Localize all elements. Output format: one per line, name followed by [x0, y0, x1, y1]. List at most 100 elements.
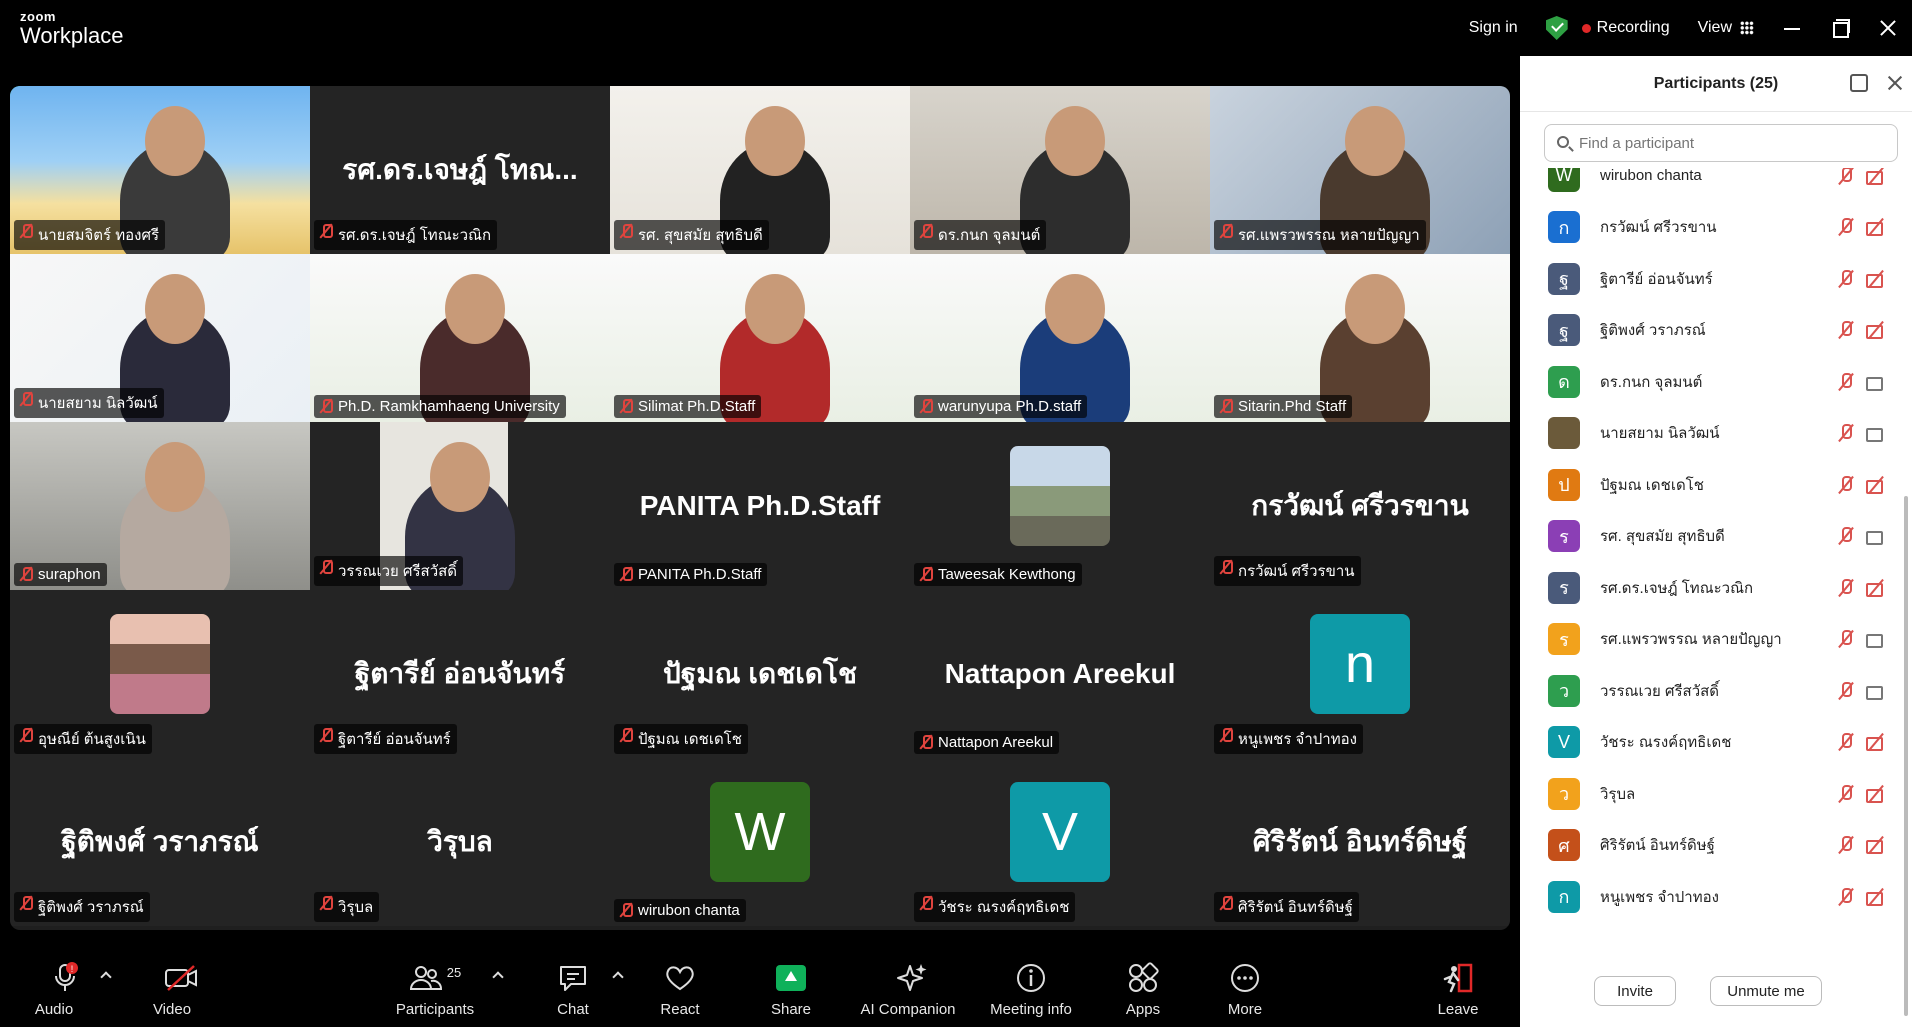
video-button[interactable]: Video — [126, 961, 236, 1018]
video-tile[interactable]: กรวัฒน์ ศรีวรขาน กรวัฒน์ ศรีวรขาน — [1210, 422, 1510, 590]
muted-microphone-icon[interactable] — [1836, 732, 1856, 752]
camera-off-icon[interactable] — [1866, 320, 1886, 340]
video-tile[interactable]: ฐิติพงศ์ วราภรณ์ ฐิติพงศ์ วราภรณ์ — [10, 758, 310, 926]
participant-row[interactable]: ว วิรุบล — [1520, 768, 1896, 819]
participants-options-chevron-icon[interactable] — [492, 971, 504, 983]
participant-row[interactable]: Wwirubon chanta — [1520, 168, 1896, 201]
muted-microphone-icon[interactable] — [1836, 372, 1856, 392]
ai-companion-button[interactable]: AI Companion — [856, 961, 966, 1018]
video-tile[interactable]: V วัชระ ณรงค์ฤทธิเดช — [910, 758, 1210, 926]
muted-microphone-icon[interactable] — [1836, 526, 1856, 546]
chat-options-chevron-icon[interactable] — [612, 971, 624, 983]
close-window-button[interactable] — [1878, 18, 1898, 38]
muted-microphone-icon[interactable] — [1836, 784, 1856, 804]
audio-button[interactable]: ! Audio — [10, 961, 120, 1018]
more-button[interactable]: More — [1190, 961, 1300, 1018]
muted-microphone-icon[interactable] — [1836, 269, 1856, 289]
participant-list[interactable]: Wwirubon chanta ก กรวัฒน์ ศรีวรขานฐ ฐิตารีย… — [1520, 168, 1896, 920]
video-tile[interactable]: นายสมจิตร์ ทองศรี — [10, 86, 310, 254]
video-tile[interactable]: Wwirubon chanta — [610, 758, 910, 926]
muted-microphone-icon[interactable] — [1836, 475, 1856, 495]
audio-options-chevron-icon[interactable] — [100, 971, 112, 983]
video-tile[interactable]: suraphon — [10, 422, 310, 590]
video-tile[interactable]: รศ.แพรวพรรณ หลายปัญญา — [1210, 86, 1510, 254]
muted-microphone-icon[interactable] — [1836, 578, 1856, 598]
video-tile[interactable]: ดร.กนก จุลมนต์ — [910, 86, 1210, 254]
minimize-button[interactable] — [1782, 18, 1802, 38]
video-tile[interactable]: ปัฐมณ เดชเดโช ปัฐมณ เดชเดโช — [610, 590, 910, 758]
video-tile[interactable]: Silimat Ph.D.Staff — [610, 254, 910, 422]
participant-row[interactable]: ก หนูเพชร จำปาทอง — [1520, 871, 1896, 920]
video-tile[interactable]: อุษณีย์ ต้นสูงเนิน — [10, 590, 310, 758]
share-button[interactable]: Share — [736, 961, 846, 1018]
view-button[interactable]: View — [1698, 19, 1754, 37]
meeting-info-button[interactable]: Meeting info — [976, 961, 1086, 1018]
participant-row[interactable]: ฐ ฐิตารีย์ อ่อนจันทร์ — [1520, 253, 1896, 304]
participant-row[interactable]: นายสยาม นิลวัฒน์ — [1520, 408, 1896, 459]
video-tile[interactable]: ศิริรัตน์ อินทร์ดิษฐ์ ศิริรัตน์ อินทร์ดิษ… — [1210, 758, 1510, 926]
participant-row[interactable]: ป ปัฐมณ เดชเดโช — [1520, 459, 1896, 510]
camera-off-icon[interactable] — [1866, 887, 1886, 907]
camera-off-icon[interactable] — [1866, 732, 1886, 752]
muted-microphone-icon[interactable] — [1836, 217, 1856, 237]
camera-icon[interactable] — [1866, 629, 1886, 649]
video-tile[interactable]: Sitarin.Phd Staff — [1210, 254, 1510, 422]
chat-button[interactable]: Chat — [518, 961, 628, 1018]
participant-row[interactable]: V วัชระ ณรงค์ฤทธิเดช — [1520, 717, 1896, 768]
participant-row[interactable]: ด ดร.กนก จุลมนต์ — [1520, 356, 1896, 407]
participant-name-tag: Ph.D. Ramkhamhaeng University — [314, 395, 566, 418]
muted-microphone-icon[interactable] — [1836, 423, 1856, 443]
participant-search-input[interactable] — [1545, 125, 1897, 161]
video-tile[interactable]: warunyupa Ph.D.staff — [910, 254, 1210, 422]
participant-row[interactable]: ร รศ.แพรวพรรณ หลายปัญญา — [1520, 614, 1896, 665]
participant-list-scrollbar[interactable] — [1904, 496, 1908, 1016]
restore-button[interactable] — [1830, 18, 1850, 38]
camera-icon[interactable] — [1866, 681, 1886, 701]
camera-off-icon[interactable] — [1866, 269, 1886, 289]
participant-row[interactable]: ศ ศิริรัตน์ อินทร์ดิษฐ์ — [1520, 820, 1896, 871]
muted-microphone-icon[interactable] — [1836, 168, 1856, 186]
camera-off-icon[interactable] — [1866, 578, 1886, 598]
muted-microphone-icon[interactable] — [1836, 887, 1856, 907]
video-tile[interactable]: Nattapon Areekul Nattapon Areekul — [910, 590, 1210, 758]
video-tile[interactable]: n หนูเพชร จำปาทอง — [1210, 590, 1510, 758]
video-tile[interactable]: วิรุบล วิรุบล — [310, 758, 610, 926]
apps-button[interactable]: Apps — [1088, 961, 1198, 1018]
video-tile[interactable]: รศ. สุขสมัย สุทธิบดี — [610, 86, 910, 254]
muted-microphone-icon[interactable] — [1836, 629, 1856, 649]
camera-off-icon[interactable] — [1866, 835, 1886, 855]
video-tile[interactable]: นายสยาม นิลวัฒน์ — [10, 254, 310, 422]
camera-icon[interactable] — [1866, 372, 1886, 392]
invite-button[interactable]: Invite — [1594, 976, 1676, 1006]
camera-off-icon[interactable] — [1866, 475, 1886, 495]
camera-icon[interactable] — [1866, 423, 1886, 443]
video-tile[interactable]: ฐิตารีย์ อ่อนจันทร์ ฐิตารีย์ อ่อนจันทร์ — [310, 590, 610, 758]
unmute-me-button[interactable]: Unmute me — [1710, 976, 1822, 1006]
video-tile[interactable]: วรรณเวย ศรีสวัสดิ์ — [310, 422, 610, 590]
participant-row[interactable]: ฐ ฐิติพงศ์ วราภรณ์ — [1520, 305, 1896, 356]
camera-off-icon[interactable] — [1866, 784, 1886, 804]
participant-search[interactable] — [1544, 124, 1898, 162]
participant-row[interactable]: ว วรรณเวย ศรีสวัสดิ์ — [1520, 665, 1896, 716]
encryption-shield-icon[interactable] — [1545, 16, 1568, 40]
video-tile[interactable]: Ph.D. Ramkhamhaeng University — [310, 254, 610, 422]
participant-row[interactable]: ก กรวัฒน์ ศรีวรขาน — [1520, 202, 1896, 253]
recording-indicator[interactable]: Recording — [1581, 19, 1670, 37]
participant-row[interactable]: ร รศ. สุขสมัย สุทธิบดี — [1520, 511, 1896, 562]
popout-icon[interactable] — [1850, 74, 1868, 92]
muted-microphone-icon[interactable] — [1836, 835, 1856, 855]
muted-microphone-icon[interactable] — [1836, 681, 1856, 701]
video-tile[interactable]: PANITA Ph.D.Staff PANITA Ph.D.Staff — [610, 422, 910, 590]
camera-off-icon[interactable] — [1866, 217, 1886, 237]
react-button[interactable]: React — [625, 961, 735, 1018]
muted-microphone-icon[interactable] — [1836, 320, 1856, 340]
participants-button[interactable]: 25 Participants — [380, 961, 504, 1018]
close-panel-icon[interactable] — [1886, 74, 1904, 92]
camera-off-icon[interactable] — [1866, 168, 1886, 186]
sign-in-link[interactable]: Sign in — [1469, 19, 1518, 37]
participant-row[interactable]: ร รศ.ดร.เจษฎ์ โทณะวณิก — [1520, 562, 1896, 613]
leave-button[interactable]: Leave — [1403, 961, 1513, 1018]
video-tile[interactable]: Taweesak Kewthong — [910, 422, 1210, 590]
video-tile[interactable]: รศ.ดร.เจษฎ์ โทณ... รศ.ดร.เจษฎ์ โทณะวณิก — [310, 86, 610, 254]
camera-icon[interactable] — [1866, 526, 1886, 546]
